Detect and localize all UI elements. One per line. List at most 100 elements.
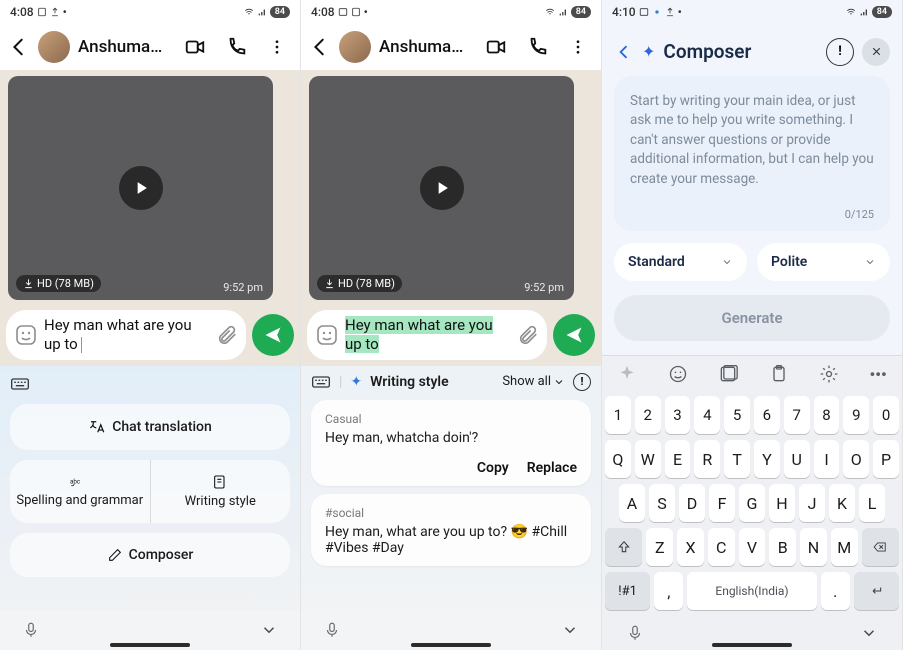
key-q[interactable]: Q — [605, 440, 631, 478]
contact-name[interactable]: Anshuman Jain (… — [78, 37, 170, 57]
back-icon[interactable] — [614, 42, 634, 62]
key-9[interactable]: 9 — [843, 396, 869, 434]
key-a[interactable]: A — [619, 484, 645, 522]
chat-area[interactable]: HD (78 MB) 9:52 pm — [0, 70, 300, 306]
attachment-icon[interactable] — [216, 324, 238, 346]
key-d[interactable]: D — [679, 484, 705, 522]
suggestion-card[interactable]: Casual Hey man, whatcha doin'? Copy Repl… — [311, 400, 591, 486]
key-8[interactable]: 8 — [814, 396, 840, 434]
key-s[interactable]: S — [649, 484, 675, 522]
composer-input[interactable]: Start by writing your main idea, or just… — [614, 76, 890, 231]
chat-area[interactable]: HD (78 MB) 9:52 pm — [301, 70, 601, 306]
key-y[interactable]: Y — [754, 440, 780, 478]
video-call-icon[interactable] — [184, 36, 206, 58]
key-r[interactable]: R — [694, 440, 720, 478]
sticker-icon[interactable] — [14, 323, 38, 347]
key-g[interactable]: G — [739, 484, 765, 522]
gear-icon[interactable] — [819, 364, 839, 384]
send-button[interactable] — [252, 314, 294, 356]
key-v[interactable]: V — [739, 528, 766, 566]
comma-key[interactable]: , — [654, 572, 683, 610]
key-c[interactable]: C — [708, 528, 735, 566]
voice-call-icon[interactable] — [527, 36, 549, 58]
mic-icon[interactable] — [22, 621, 40, 639]
replace-button[interactable]: Replace — [527, 460, 577, 476]
key-5[interactable]: 5 — [724, 396, 750, 434]
voice-call-icon[interactable] — [226, 36, 248, 58]
more-icon[interactable] — [268, 36, 286, 58]
backspace-key[interactable] — [862, 528, 899, 566]
keyboard-icon[interactable] — [10, 374, 30, 394]
clipboard-icon[interactable] — [769, 364, 789, 384]
close-icon[interactable] — [862, 38, 890, 66]
key-t[interactable]: T — [724, 440, 750, 478]
info-icon[interactable]: ! — [573, 373, 591, 391]
suggestion-card[interactable]: #social Hey man, what are you up to? 😎 #… — [311, 494, 591, 566]
key-o[interactable]: O — [843, 440, 869, 478]
more-icon[interactable] — [569, 36, 587, 58]
tone-chip-polite[interactable]: Polite — [757, 243, 890, 281]
key-f[interactable]: F — [709, 484, 735, 522]
back-icon[interactable] — [309, 36, 331, 58]
key-h[interactable]: H — [769, 484, 795, 522]
video-call-icon[interactable] — [485, 36, 507, 58]
video-message[interactable]: HD (78 MB) 9:52 pm — [8, 76, 273, 300]
key-u[interactable]: U — [784, 440, 810, 478]
key-4[interactable]: 4 — [694, 396, 720, 434]
writing-style-button[interactable]: Writing style — [151, 460, 291, 523]
enter-key[interactable] — [854, 572, 899, 610]
key-e[interactable]: E — [665, 440, 691, 478]
key-6[interactable]: 6 — [754, 396, 780, 434]
sticker-icon[interactable] — [315, 323, 339, 347]
avatar[interactable] — [38, 31, 70, 63]
video-message[interactable]: HD (78 MB) 9:52 pm — [309, 76, 574, 300]
hd-chip[interactable]: HD (78 MB) — [317, 275, 402, 292]
key-k[interactable]: K — [829, 484, 855, 522]
key-3[interactable]: 3 — [665, 396, 691, 434]
attachment-icon[interactable] — [517, 324, 539, 346]
key-m[interactable]: M — [831, 528, 858, 566]
key-0[interactable]: 0 — [873, 396, 899, 434]
play-icon[interactable] — [420, 166, 464, 210]
send-button[interactable] — [553, 314, 595, 356]
key-x[interactable]: X — [677, 528, 704, 566]
space-key[interactable]: English(India) — [687, 572, 816, 610]
mic-icon[interactable] — [626, 624, 644, 642]
key-z[interactable]: Z — [646, 528, 673, 566]
keyboard-icon[interactable] — [311, 372, 331, 392]
contact-name[interactable]: Anshuman Jain (… — [379, 37, 471, 57]
chevron-down-icon[interactable] — [561, 621, 579, 639]
show-all-button[interactable]: Show all — [502, 374, 565, 389]
generate-button[interactable]: Generate — [614, 295, 890, 341]
chevron-down-icon[interactable] — [260, 621, 278, 639]
hd-chip[interactable]: HD (78 MB) — [16, 275, 101, 292]
more-icon[interactable]: ••• — [869, 365, 886, 384]
key-n[interactable]: N — [800, 528, 827, 566]
key-p[interactable]: P — [873, 440, 899, 478]
key-b[interactable]: B — [769, 528, 796, 566]
key-l[interactable]: L — [859, 484, 885, 522]
copy-button[interactable]: Copy — [477, 460, 509, 476]
key-2[interactable]: 2 — [635, 396, 661, 434]
mic-icon[interactable] — [323, 621, 341, 639]
chevron-down-icon[interactable] — [860, 624, 878, 642]
emoji-icon[interactable] — [668, 364, 688, 384]
chat-translation-button[interactable]: Chat translation — [10, 404, 290, 450]
gallery-icon[interactable] — [718, 364, 738, 384]
sparkle-icon[interactable] — [617, 364, 637, 384]
key-1[interactable]: 1 — [605, 396, 631, 434]
message-text[interactable]: Hey man what are you up to — [339, 314, 517, 356]
message-text[interactable]: Hey man what are you up to — [38, 314, 216, 356]
avatar[interactable] — [339, 31, 371, 63]
period-key[interactable]: . — [821, 572, 850, 610]
key-i[interactable]: I — [814, 440, 840, 478]
play-icon[interactable] — [119, 166, 163, 210]
key-j[interactable]: J — [799, 484, 825, 522]
info-icon[interactable]: ! — [826, 38, 854, 66]
symbols-key[interactable]: !#1 — [605, 572, 650, 610]
message-input[interactable]: Hey man what are you up to — [307, 310, 547, 360]
message-input[interactable]: Hey man what are you up to — [6, 310, 246, 360]
spelling-grammar-button[interactable]: abc Spelling and grammar — [10, 460, 151, 523]
composer-button[interactable]: Composer — [10, 533, 290, 577]
shift-key[interactable] — [605, 528, 642, 566]
